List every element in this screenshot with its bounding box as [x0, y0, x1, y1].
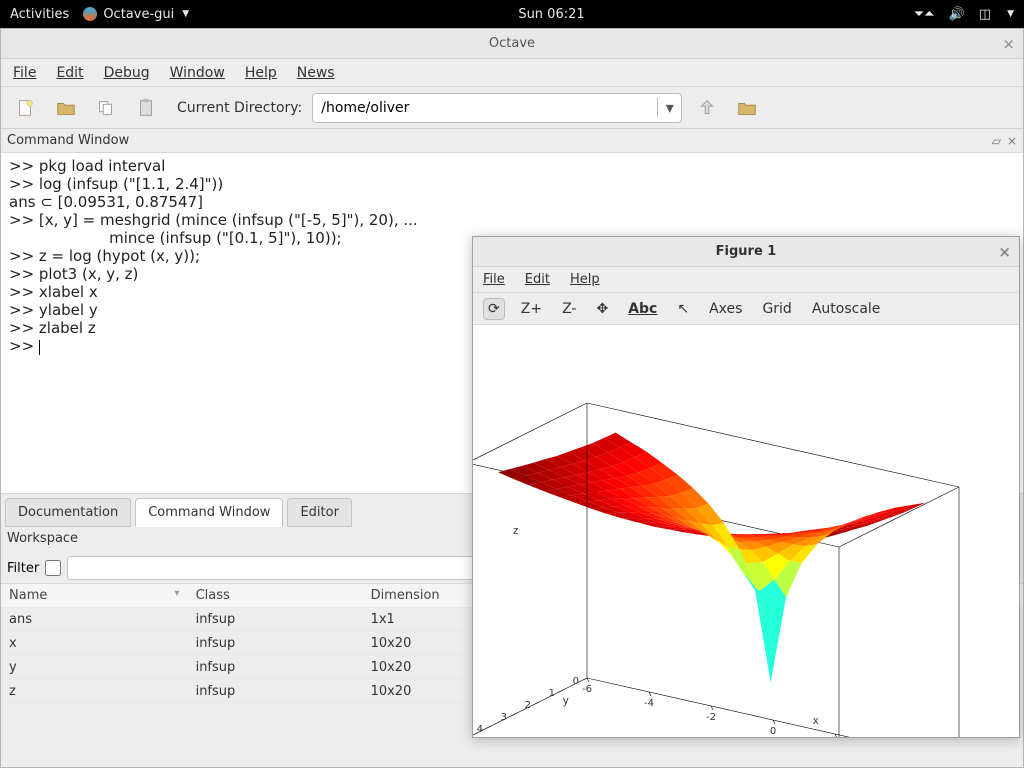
- chevron-down-icon: ▼: [182, 9, 189, 19]
- close-icon[interactable]: ×: [1002, 35, 1015, 53]
- zlabel: z: [513, 525, 519, 537]
- zoom-in-button[interactable]: Z+: [517, 299, 546, 319]
- menu-file[interactable]: File: [13, 65, 36, 81]
- cmd-line: >> log (infsup ("[1.1, 2.4]")): [9, 175, 223, 193]
- fig-menu-file[interactable]: File: [483, 272, 505, 287]
- menu-help[interactable]: Help: [245, 65, 277, 81]
- cmd-line: ans ⊂ [0.09531, 0.87547]: [9, 193, 203, 211]
- menu-debug[interactable]: Debug: [104, 65, 150, 81]
- svg-text:4: 4: [477, 724, 483, 735]
- tab-editor[interactable]: Editor: [287, 498, 351, 527]
- svg-text:3: 3: [501, 712, 507, 723]
- filter-label: Filter: [7, 561, 39, 576]
- system-menu-icon[interactable]: ▼: [1007, 9, 1014, 19]
- figure-titlebar[interactable]: Figure 1 ×: [473, 237, 1019, 267]
- rotate-icon[interactable]: ⟳: [483, 298, 505, 320]
- xlabel: x: [813, 715, 819, 727]
- paste-icon[interactable]: [131, 93, 161, 123]
- app-menu[interactable]: Octave-gui ▼: [83, 7, 189, 22]
- octave-icon: [83, 7, 97, 21]
- network-icon[interactable]: ⏷⏶: [914, 7, 935, 22]
- close-pane-icon[interactable]: ×: [1007, 134, 1017, 148]
- cmd-line: >> zlabel z: [9, 319, 96, 337]
- menu-edit[interactable]: Edit: [56, 65, 83, 81]
- cursor: [39, 340, 40, 355]
- axes-button[interactable]: Axes: [705, 299, 746, 319]
- svg-text:-4: -4: [644, 698, 654, 709]
- cmd-line: >>: [9, 337, 39, 355]
- current-directory-combo[interactable]: ▾: [312, 93, 682, 123]
- command-window-header[interactable]: Command Window ▱ ×: [1, 129, 1023, 153]
- svg-text:-2: -2: [706, 712, 716, 723]
- figure-toolbar: ⟳ Z+ Z- ✥ Abc ↖ Axes Grid Autoscale: [473, 293, 1019, 325]
- window-title: Octave: [489, 36, 535, 51]
- browse-folder-icon[interactable]: [732, 93, 762, 123]
- volume-icon[interactable]: 🔊: [949, 7, 965, 22]
- figure-title: Figure 1: [716, 244, 777, 259]
- grid-button[interactable]: Grid: [758, 299, 795, 319]
- autoscale-button[interactable]: Autoscale: [808, 299, 885, 319]
- filter-checkbox[interactable]: [45, 560, 61, 576]
- fig-menu-edit[interactable]: Edit: [525, 272, 550, 287]
- text-annotation-icon[interactable]: Abc: [624, 299, 661, 319]
- svg-text:0: 0: [573, 676, 579, 687]
- sort-down-icon: ▾: [175, 588, 180, 599]
- figure-menubar: File Edit Help: [473, 267, 1019, 293]
- cmd-line: mince (infsup ("[0.1, 5]"), 10));: [9, 229, 342, 247]
- copy-icon[interactable]: [91, 93, 121, 123]
- toolbar: Current Directory: ▾: [1, 87, 1023, 129]
- svg-text:2: 2: [525, 700, 531, 711]
- undock-icon[interactable]: ▱: [992, 134, 1001, 148]
- pan-icon[interactable]: ✥: [592, 299, 612, 319]
- surface-plot: -3-2-1012-6-4-20246012345: [473, 325, 1021, 737]
- figure-window[interactable]: Figure 1 × File Edit Help ⟳ Z+ Z- ✥ Abc …: [472, 236, 1020, 738]
- tab-command-window[interactable]: Command Window: [135, 498, 283, 527]
- col-name[interactable]: Name▾: [1, 584, 188, 608]
- menubar: File Edit Debug Window Help News: [1, 59, 1023, 87]
- cmd-line: >> xlabel x: [9, 283, 98, 301]
- col-class[interactable]: Class: [188, 584, 363, 608]
- gnome-top-bar: Activities Octave-gui ▼ Sun 06:21 ⏷⏶ 🔊 ◫…: [0, 0, 1024, 28]
- ylabel: y: [563, 695, 569, 707]
- cmd-line: >> [x, y] = meshgrid (mince (infsup ("[-…: [9, 211, 418, 229]
- open-folder-icon[interactable]: [51, 93, 81, 123]
- chevron-down-icon[interactable]: ▾: [657, 98, 681, 117]
- current-directory-input[interactable]: [313, 100, 657, 116]
- cmd-line: >> ylabel y: [9, 301, 98, 319]
- current-directory-label: Current Directory:: [177, 100, 302, 116]
- fig-menu-help[interactable]: Help: [570, 272, 600, 287]
- menu-window[interactable]: Window: [170, 65, 225, 81]
- pointer-icon[interactable]: ↖: [673, 299, 693, 319]
- battery-icon[interactable]: ◫: [979, 7, 991, 22]
- cmd-line: >> pkg load interval: [9, 157, 165, 175]
- close-icon[interactable]: ×: [998, 243, 1011, 261]
- svg-text:1: 1: [549, 688, 555, 699]
- zoom-out-button[interactable]: Z-: [558, 299, 580, 319]
- svg-text:-6: -6: [582, 684, 592, 695]
- cmd-line: >> z = log (hypot (x, y));: [9, 247, 200, 265]
- clock[interactable]: Sun 06:21: [189, 7, 914, 22]
- figure-canvas[interactable]: -3-2-1012-6-4-20246012345 z y x: [473, 325, 1019, 737]
- activities-button[interactable]: Activities: [10, 7, 69, 22]
- new-file-icon[interactable]: [11, 93, 41, 123]
- cmd-line: >> plot3 (x, y, z): [9, 265, 138, 283]
- tab-documentation[interactable]: Documentation: [5, 498, 131, 527]
- window-titlebar[interactable]: Octave ×: [1, 29, 1023, 59]
- menu-news[interactable]: News: [297, 65, 335, 81]
- svg-text:0: 0: [770, 726, 776, 737]
- up-directory-icon[interactable]: [692, 93, 722, 123]
